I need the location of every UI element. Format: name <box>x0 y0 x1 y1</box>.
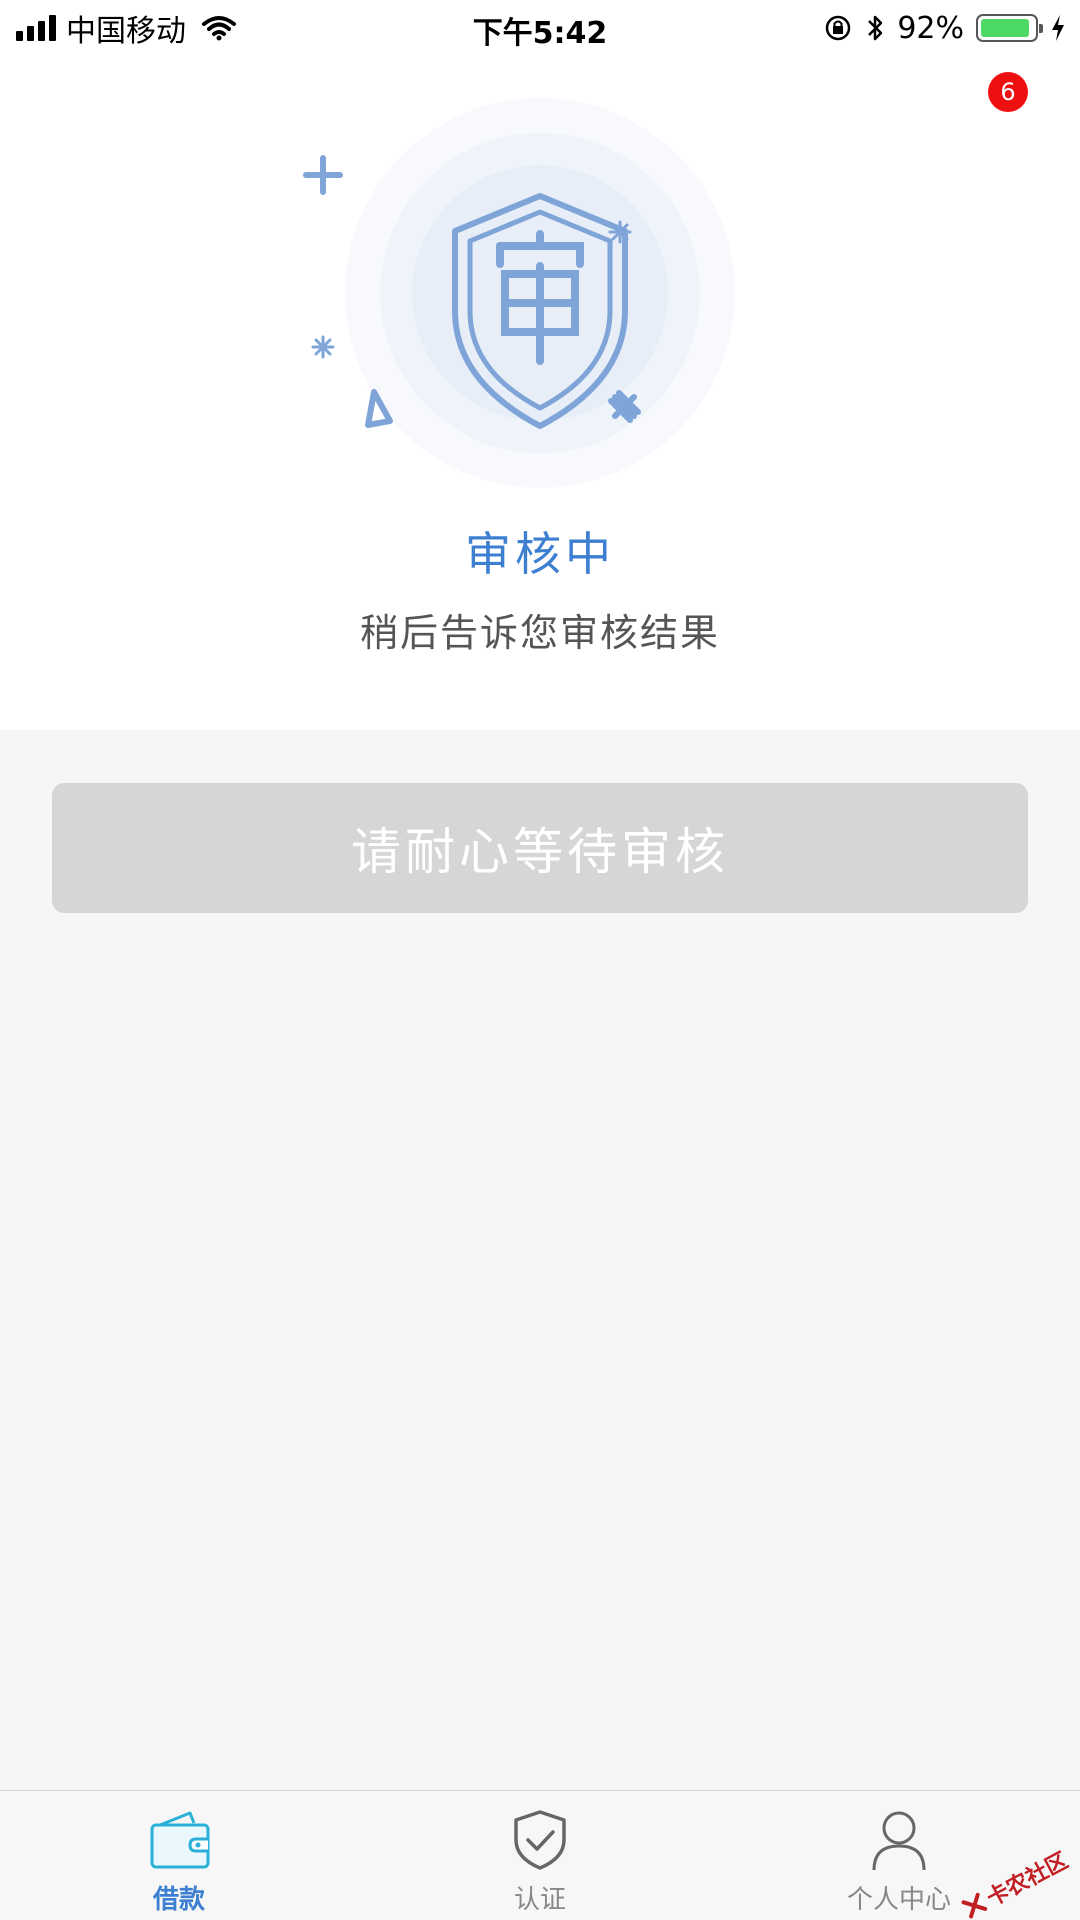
bluetooth-icon <box>868 15 883 41</box>
charging-bolt-icon <box>1052 15 1064 41</box>
tab-auth-label: 认证 <box>513 1885 566 1915</box>
status-bar: 中国移动 下午5:42 92% <box>0 0 1080 56</box>
wallet-icon <box>146 1807 212 1873</box>
review-status-title: 审核中 <box>465 527 615 581</box>
orientation-lock-icon <box>826 15 851 41</box>
notification-badge[interactable]: 6 <box>988 72 1028 112</box>
wait-review-button[interactable]: 请耐心等待审核 <box>52 783 1028 913</box>
tab-profile-label: 个人中心 <box>846 1885 951 1915</box>
battery-icon <box>976 14 1043 42</box>
bottom-tab-bar: 借款 认证 个人中心 <box>0 1790 1080 1920</box>
status-right: 92% <box>823 8 1066 48</box>
shield-check-icon <box>510 1807 570 1873</box>
user-icon <box>869 1807 929 1873</box>
battery-level <box>981 19 1029 37</box>
review-status-panel: 6 审核中 稍后告诉您审核结果 <box>0 56 1080 730</box>
tab-loan[interactable]: 借款 <box>79 1791 279 1920</box>
shield-review-icon <box>303 98 735 488</box>
tab-auth[interactable]: 认证 <box>440 1791 640 1920</box>
review-status-subtitle: 稍后告诉您审核结果 <box>359 611 720 655</box>
battery-percent: 92% <box>897 10 964 46</box>
tab-loan-label: 借款 <box>152 1885 205 1915</box>
